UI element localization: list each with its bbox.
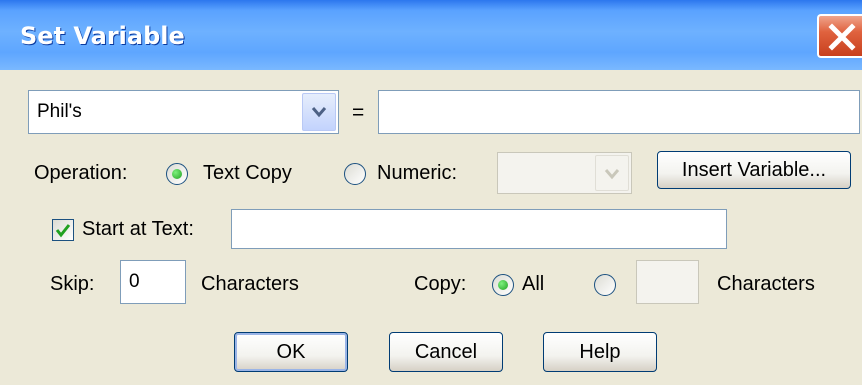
skip-field[interactable]: 0 <box>120 260 186 304</box>
numeric-dropdown-button[interactable] <box>595 155 629 191</box>
start-at-text-label[interactable]: Start at Text: <box>82 218 194 241</box>
text-copy-label[interactable]: Text Copy <box>203 162 292 185</box>
close-button[interactable] <box>817 14 862 58</box>
variable-select-value: Phil's <box>37 101 82 122</box>
numeric-label[interactable]: Numeric: <box>377 162 457 185</box>
skip-characters-label: Characters <box>201 273 299 295</box>
radio-selected-dot <box>172 169 182 179</box>
window-title: Set Variable <box>20 22 185 50</box>
radio-selected-dot <box>498 280 508 290</box>
copy-all-label[interactable]: All <box>522 273 544 296</box>
copy-count-field[interactable] <box>636 260 699 304</box>
copy-label: Copy: <box>414 273 467 295</box>
start-at-text-field[interactable] <box>231 209 727 249</box>
title-bar[interactable]: Set Variable <box>0 0 862 70</box>
copy-characters-label: Characters <box>717 273 815 295</box>
help-button[interactable]: Help <box>543 332 657 372</box>
start-at-text-checkbox[interactable] <box>52 219 74 241</box>
equals-sign: = <box>352 101 365 124</box>
operation-label: Operation: <box>34 162 128 184</box>
numeric-radio[interactable] <box>344 163 366 185</box>
variable-dropdown-button[interactable] <box>302 93 336 131</box>
variable-value-field[interactable] <box>378 90 860 134</box>
set-variable-dialog: Set Variable Phil's = Operation: Text Co… <box>0 0 862 385</box>
insert-variable-button[interactable]: Insert Variable... <box>657 151 851 189</box>
skip-label: Skip: <box>50 273 95 295</box>
copy-all-radio[interactable] <box>492 274 514 296</box>
cancel-button[interactable]: Cancel <box>389 332 503 372</box>
variable-select[interactable]: Phil's <box>28 90 339 134</box>
ok-button[interactable]: OK <box>234 332 348 372</box>
numeric-operation-select[interactable] <box>497 152 632 194</box>
copy-count-radio[interactable] <box>594 274 616 296</box>
text-copy-radio[interactable] <box>166 163 188 185</box>
